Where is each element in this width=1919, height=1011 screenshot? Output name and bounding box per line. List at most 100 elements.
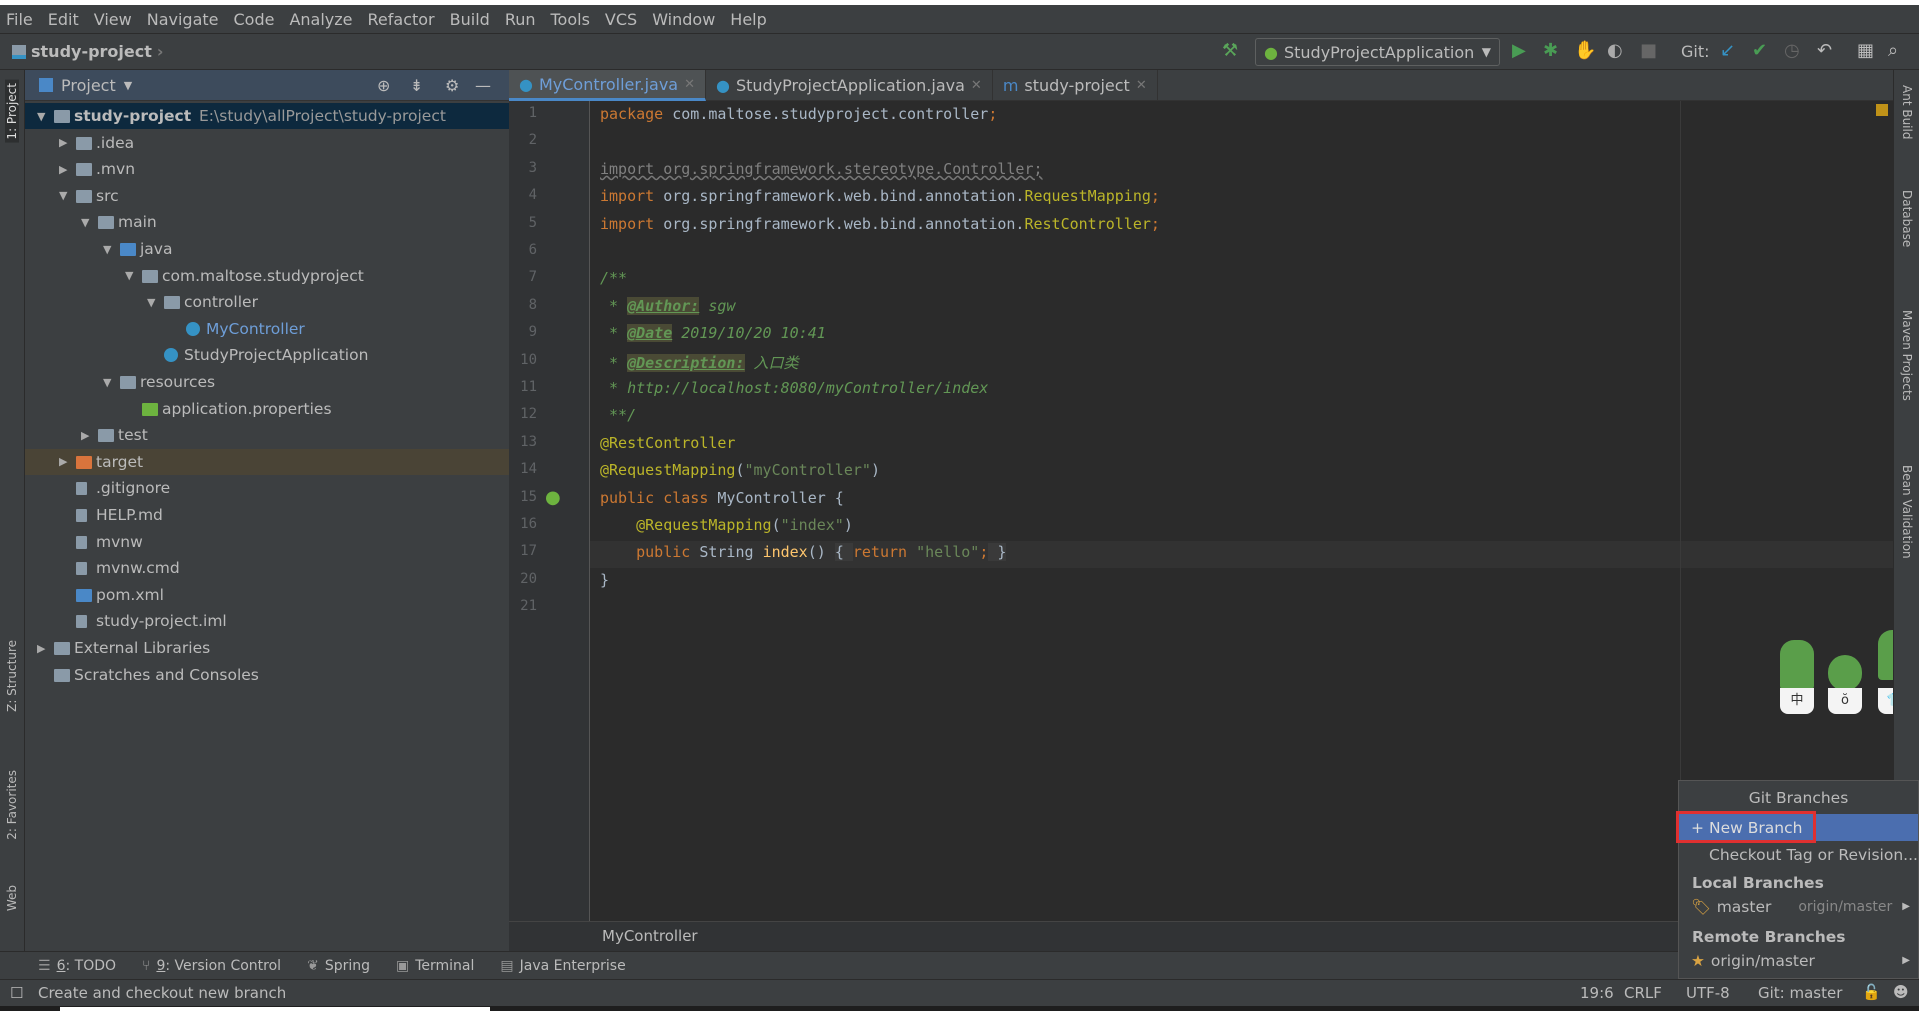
- inspection-warning-icon[interactable]: [1876, 104, 1888, 116]
- close-icon[interactable]: ✕: [971, 78, 982, 93]
- project-structure-icon[interactable]: ▦: [1857, 40, 1874, 61]
- expanded-arrow-icon[interactable]: ▼: [37, 110, 45, 123]
- git-update-icon[interactable]: ↙: [1720, 40, 1735, 61]
- tree-item[interactable]: study-project.iml: [25, 608, 509, 634]
- menu-navigate[interactable]: Navigate: [147, 10, 219, 29]
- checkout-tag-item[interactable]: Checkout Tag or Revision...: [1679, 841, 1918, 868]
- remote-branch-origin-master[interactable]: ★ origin/master ▶: [1679, 947, 1918, 974]
- hector-icon[interactable]: ☻: [1893, 983, 1909, 1001]
- bottom-tool-terminal[interactable]: ▣ Terminal: [396, 958, 474, 974]
- expanded-arrow-icon[interactable]: ▼: [125, 269, 133, 282]
- minimize-icon[interactable]: —: [475, 76, 491, 95]
- tree-item[interactable]: pom.xml: [25, 582, 509, 608]
- menu-file[interactable]: File: [6, 10, 33, 29]
- tree-item[interactable]: MyController: [25, 316, 509, 342]
- menu-run[interactable]: Run: [505, 10, 536, 29]
- bottom-tool-spring[interactable]: ❦ Spring: [307, 958, 370, 974]
- tree-item[interactable]: ▼ controller: [25, 289, 509, 315]
- tree-item[interactable]: ▶ .idea: [25, 130, 509, 156]
- local-branch-master[interactable]: 🏷 master origin/master ▶: [1679, 893, 1918, 920]
- menu-help[interactable]: Help: [730, 10, 766, 29]
- tree-item[interactable]: ▼ com.maltose.studyproject: [25, 263, 509, 289]
- menu-edit[interactable]: Edit: [48, 10, 79, 29]
- collapsed-arrow-icon[interactable]: ▶: [59, 455, 67, 468]
- collapsed-arrow-icon[interactable]: ▶: [81, 429, 89, 442]
- menu-view[interactable]: View: [94, 10, 132, 29]
- tree-item[interactable]: HELP.md: [25, 502, 509, 528]
- expanded-arrow-icon[interactable]: ▼: [59, 189, 67, 202]
- menu-window[interactable]: Window: [652, 10, 715, 29]
- menu-vcs[interactable]: VCS: [605, 10, 637, 29]
- tree-item[interactable]: .gitignore: [25, 475, 509, 501]
- tree-item[interactable]: Scratches and Consoles: [25, 662, 509, 688]
- line-separator[interactable]: CRLF: [1624, 984, 1662, 1002]
- collapsed-arrow-icon[interactable]: ▶: [59, 163, 67, 176]
- tab-study-project[interactable]: m study-project ✕: [993, 70, 1158, 101]
- menu-tools[interactable]: Tools: [551, 10, 590, 29]
- run-configuration-select[interactable]: ● StudyProjectApplication ▼: [1255, 38, 1500, 66]
- coverage-icon[interactable]: ◐: [1607, 40, 1623, 61]
- tool-favorites[interactable]: 2: Favorites: [5, 770, 19, 840]
- tree-item[interactable]: mvnw.cmd: [25, 555, 509, 581]
- breadcrumb-project[interactable]: study-project ›: [12, 42, 163, 61]
- profile-icon[interactable]: ✋: [1574, 40, 1596, 61]
- stop-icon[interactable]: ■: [1640, 40, 1657, 61]
- project-view-select[interactable]: Project: [61, 76, 116, 95]
- bottom-tool-versioncontrol[interactable]: ⑂ 9: Version Control: [142, 958, 281, 974]
- bottom-tool-label: 6: TODO: [57, 958, 116, 974]
- gear-icon[interactable]: ⚙: [445, 76, 459, 95]
- collapsed-arrow-icon[interactable]: ▶: [59, 136, 67, 149]
- tree-item[interactable]: mvnw: [25, 529, 509, 555]
- tree-item[interactable]: ▶ External Libraries: [25, 635, 509, 661]
- expanded-arrow-icon[interactable]: ▼: [81, 216, 89, 229]
- tree-item[interactable]: ▼ study-project E:\study\allProject\study-…: [25, 103, 509, 129]
- close-icon[interactable]: ✕: [1136, 78, 1147, 93]
- tree-item[interactable]: ▼ src: [25, 183, 509, 209]
- git-commit-icon[interactable]: ✔: [1752, 40, 1767, 61]
- tool-structure[interactable]: Z: Structure: [5, 640, 19, 712]
- status-toggle-icon[interactable]: ☐: [10, 984, 23, 1002]
- revert-icon[interactable]: ↶: [1817, 40, 1832, 61]
- tree-item[interactable]: ▼ main: [25, 209, 509, 235]
- breadcrumb-class[interactable]: MyController: [602, 927, 698, 945]
- tool-database[interactable]: Database: [1900, 190, 1914, 247]
- git-branch-widget[interactable]: Git: master: [1758, 984, 1842, 1002]
- history-icon[interactable]: ◷: [1784, 40, 1800, 61]
- lock-icon[interactable]: 🔓: [1862, 983, 1881, 1001]
- tab-mycontroller-java[interactable]: ● MyController.java ✕: [509, 70, 706, 101]
- search-icon[interactable]: ⌕: [1888, 40, 1898, 61]
- tool-project[interactable]: 1: Project: [5, 80, 19, 143]
- tree-item[interactable]: application.properties: [25, 396, 509, 422]
- close-icon[interactable]: ✕: [684, 77, 695, 92]
- tool-bean-validation[interactable]: Bean Validation: [1900, 465, 1914, 559]
- chevron-down-icon[interactable]: ▼: [124, 79, 132, 92]
- tool-maven[interactable]: Maven Projects: [1900, 310, 1914, 401]
- collapse-all-icon[interactable]: ⇟: [410, 76, 423, 95]
- tool-web[interactable]: Web: [5, 885, 19, 911]
- tree-item[interactable]: ▶ .mvn: [25, 156, 509, 182]
- bottom-tool-javaenterprise[interactable]: ▤ Java Enterprise: [500, 958, 625, 974]
- tree-item[interactable]: ▼ resources: [25, 369, 509, 395]
- collapsed-arrow-icon[interactable]: ▶: [37, 642, 45, 655]
- bottom-tool-todo[interactable]: ☰ 6: TODO: [38, 958, 116, 974]
- caret-position[interactable]: 19:6: [1580, 984, 1614, 1002]
- build-hammer-icon[interactable]: ⚒: [1222, 40, 1238, 61]
- menu-refactor[interactable]: Refactor: [368, 10, 435, 29]
- tree-item[interactable]: ▼ java: [25, 236, 509, 262]
- run-icon[interactable]: ▶: [1512, 40, 1526, 61]
- tree-item[interactable]: StudyProjectApplication: [25, 342, 509, 368]
- menu-analyze[interactable]: Analyze: [289, 10, 352, 29]
- expanded-arrow-icon[interactable]: ▼: [103, 243, 111, 256]
- tree-item[interactable]: ▶ test: [25, 422, 509, 448]
- locate-icon[interactable]: ⊕: [377, 76, 390, 95]
- tab-studyprojectapplication-java[interactable]: ● StudyProjectApplication.java ✕: [706, 70, 993, 101]
- spring-bean-gutter-icon[interactable]: ●: [545, 487, 561, 508]
- tree-item[interactable]: ▶ target: [25, 448, 509, 475]
- debug-icon[interactable]: ✱: [1543, 40, 1558, 61]
- expanded-arrow-icon[interactable]: ▼: [147, 296, 155, 309]
- tool-ant-build[interactable]: Ant Build: [1900, 85, 1914, 139]
- menu-code[interactable]: Code: [234, 10, 275, 29]
- menu-build[interactable]: Build: [450, 10, 490, 29]
- expanded-arrow-icon[interactable]: ▼: [103, 376, 111, 389]
- file-encoding[interactable]: UTF-8: [1686, 984, 1730, 1002]
